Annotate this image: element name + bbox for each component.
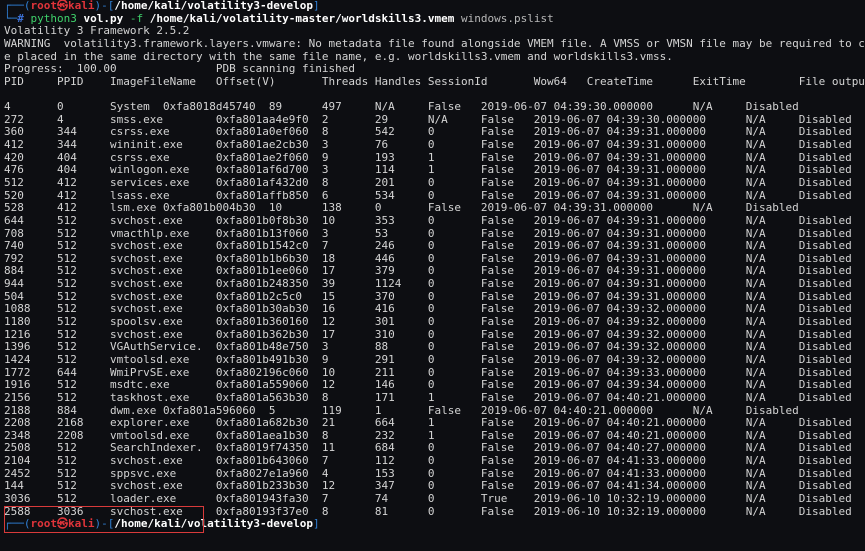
prompt-path: /home/kali/volatility3-develop (114, 0, 314, 12)
table-row: 1180 512 spoolsv.exe 0xfa801b360160 12 3… (4, 315, 852, 329)
table-row: 944 512 svchost.exe 0xfa801b248350 39 11… (4, 277, 852, 291)
command-flag: -f (129, 11, 144, 25)
next-prompt-frame-close: ] (313, 517, 320, 531)
prompt-frame-open: ┌──( (4, 0, 31, 12)
output-line: Progress: 100.00 PDB scanning finished (4, 62, 355, 76)
table-row: 2156 512 taskhost.exe 0xfa801a563b30 8 1… (4, 390, 852, 404)
table-row: 528 412 lsm.exe 0xfa801b004b30 10 138 0 … (4, 201, 799, 215)
command-plugin: windows.pslist (461, 11, 554, 25)
output-line: PID PPID ImageFileName Offset(V) Threads… (4, 74, 865, 88)
prompt-frame-close: ] (313, 0, 320, 12)
table-row: 412 344 wininit.exe 0xfa801ae2cb30 3 76 … (4, 138, 852, 152)
prompt-corner: └─ (4, 11, 18, 25)
table-row: 2104 512 svchost.exe 0xfa801b643060 7 11… (4, 454, 852, 468)
table-row: 740 512 svchost.exe 0xfa801b1542c0 7 246… (4, 239, 852, 253)
prompt-user: root㉿kali (30, 0, 95, 12)
table-row: 1916 512 msdtc.exe 0xfa801a559060 12 146… (4, 378, 852, 392)
table-row: 512 412 services.exe 0xfa801af432d0 8 20… (4, 175, 852, 189)
command-python: python3 (30, 11, 77, 25)
output-line: WARNING volatility3.framework.layers.vmw… (4, 36, 865, 50)
command-script: vol.py (83, 11, 124, 25)
highlight-box (4, 506, 204, 533)
terminal-window[interactable]: ┌──(root㉿kali)-[/home/kali/volatility3-d… (0, 0, 865, 551)
table-row: 1424 512 vmtoolsd.exe 0xfa801b491b30 9 2… (4, 352, 852, 366)
table-row: 3036 512 loader.exe 0xfa801943fa30 7 74 … (4, 491, 852, 505)
prompt-frame-sep: )-[ (94, 0, 115, 12)
prompt-hash: # (17, 11, 24, 25)
pslist-table: 4 0 System 0xfa8018d45740 89 497 N/A Fal… (0, 100, 865, 518)
command-file: /home/kali/volatility-master/worldskills… (149, 11, 455, 25)
table-row: 2208 2168 explorer.exe 0xfa801a682b30 21… (4, 416, 852, 430)
table-row: 4 0 System 0xfa8018d45740 89 497 N/A Fal… (4, 100, 799, 114)
output-header: Volatility 3 Framework 2.5.2 WARNING vola… (0, 25, 865, 101)
table-row: 644 512 svchost.exe 0xfa801b0f8b30 10 35… (4, 213, 852, 227)
